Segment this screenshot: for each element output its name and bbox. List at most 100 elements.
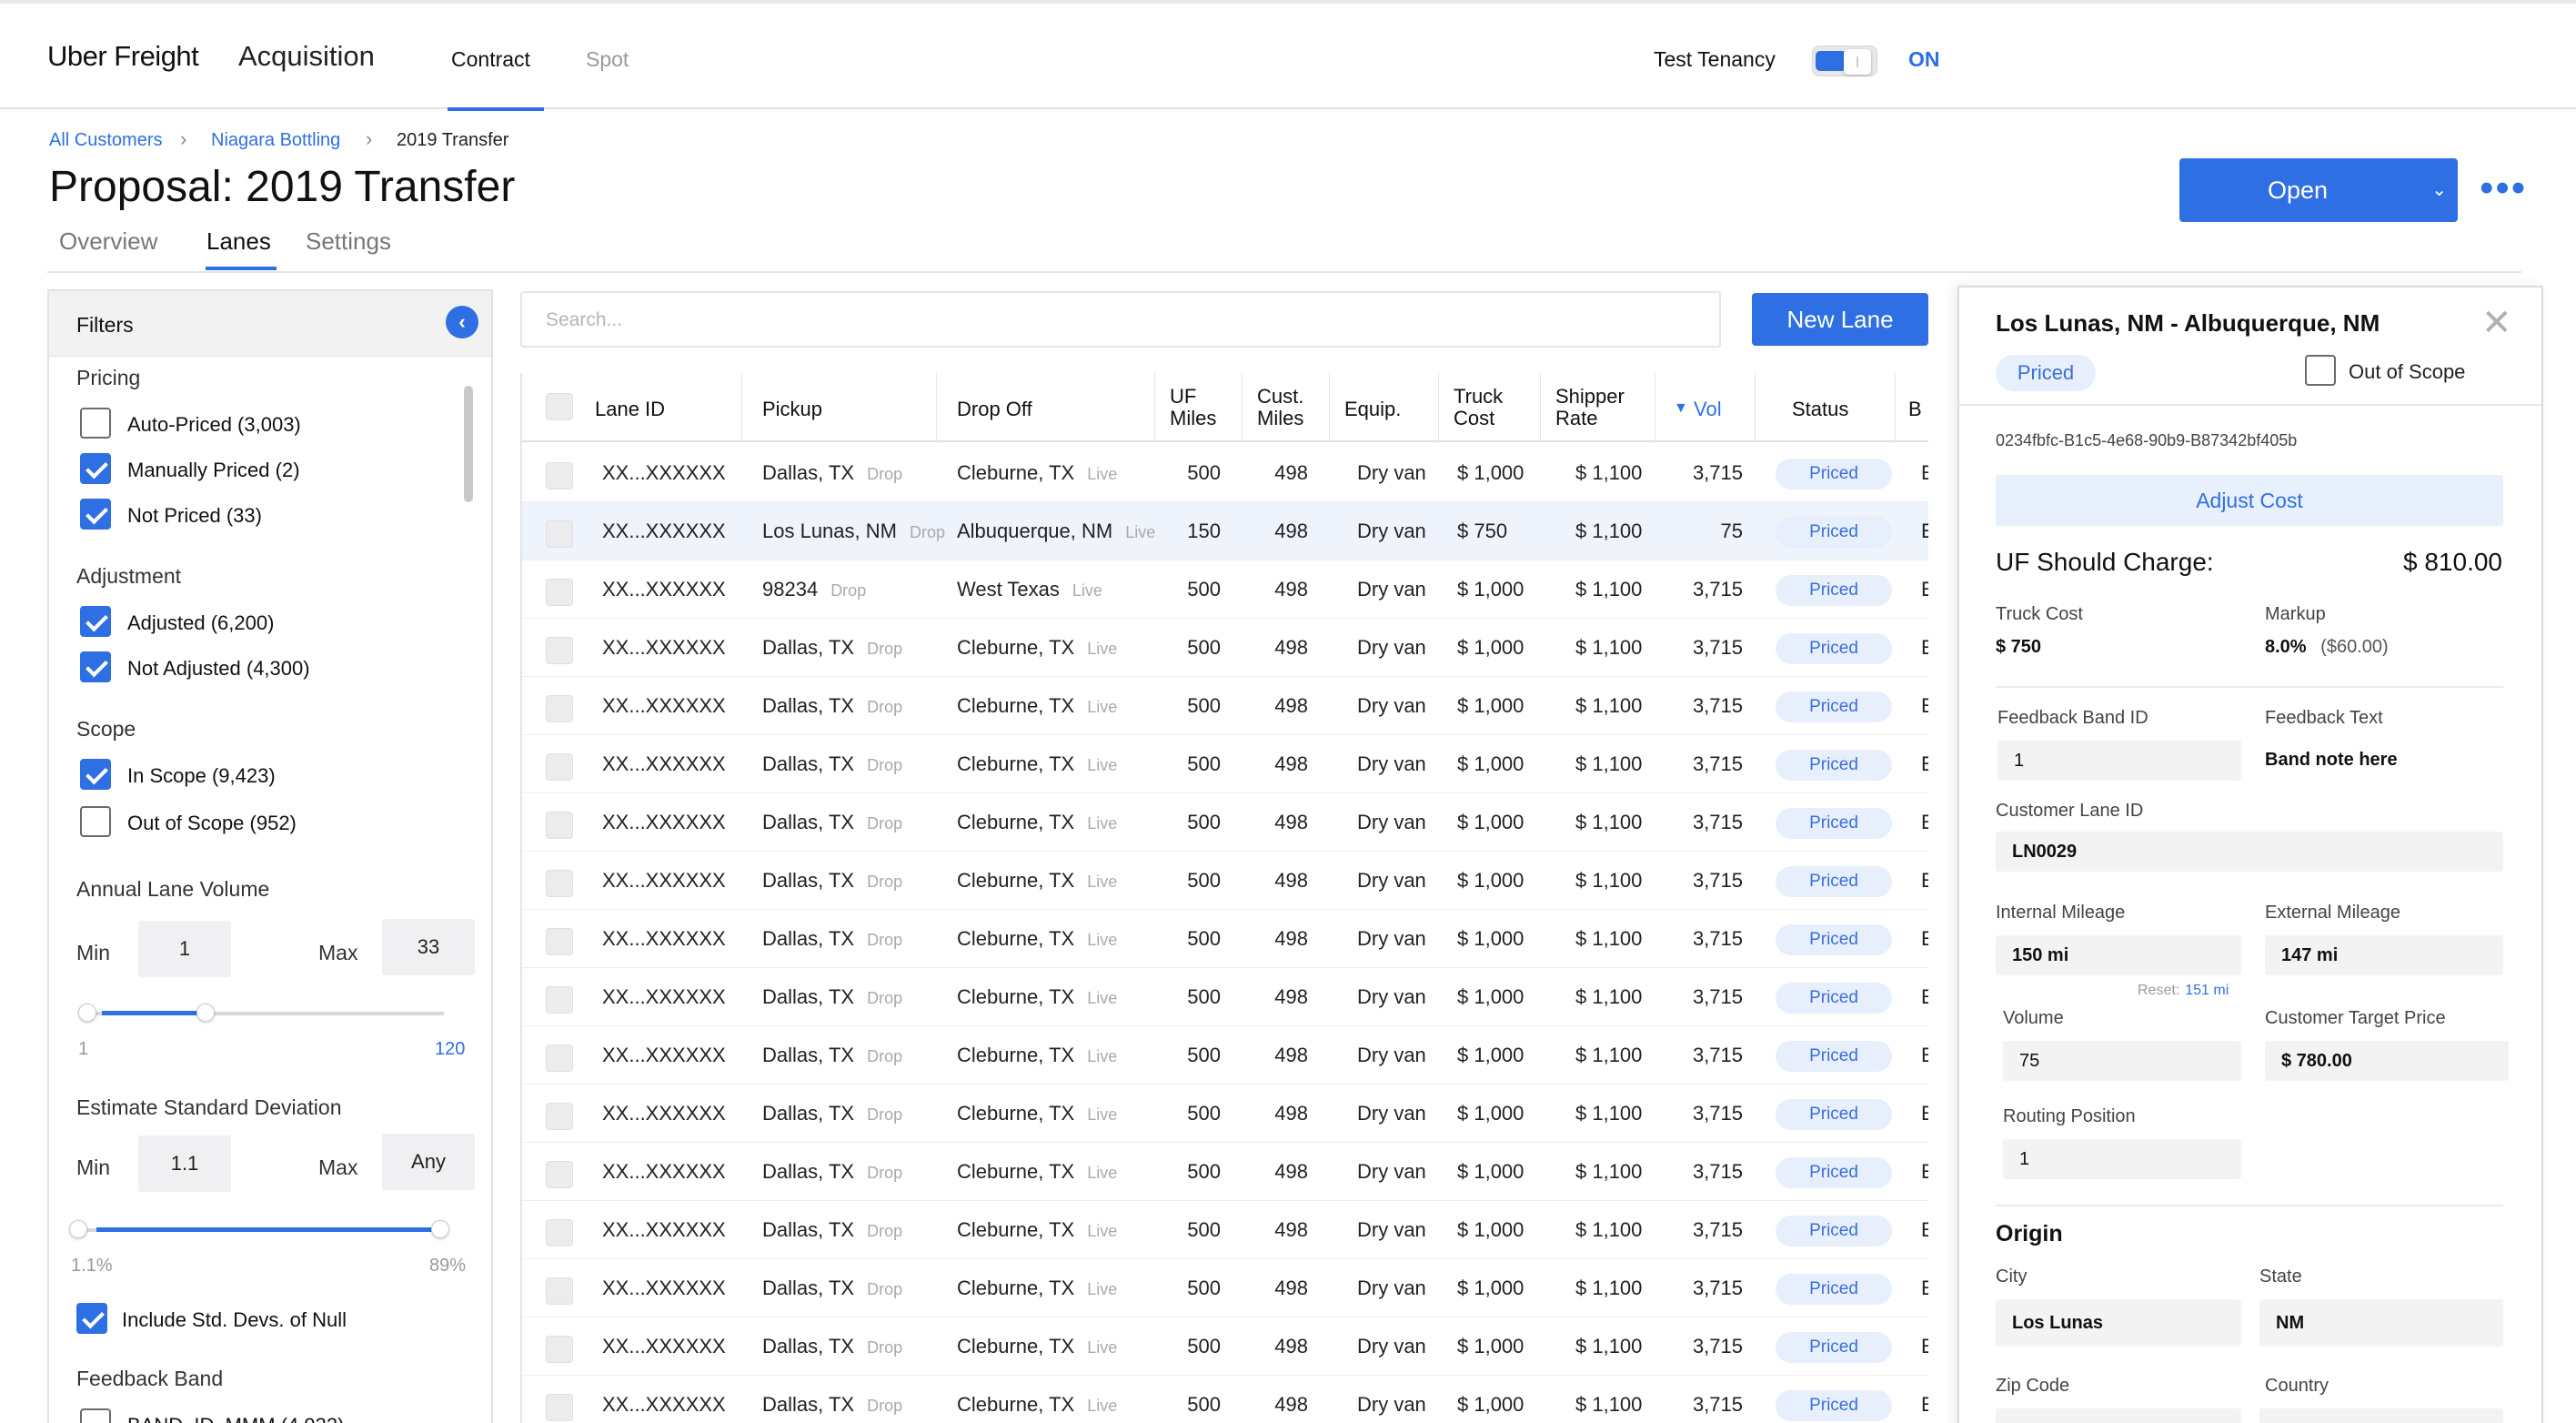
row-checkbox[interactable]: [546, 1103, 573, 1130]
volume-slider-min-handle[interactable]: [78, 1004, 96, 1022]
table-row[interactable]: XX...XXXXXX Dallas, TX Drop Cleburne, TX Liv…: [522, 910, 1928, 968]
select-all-checkbox[interactable]: [546, 393, 573, 420]
zip-code-input[interactable]: [1996, 1408, 2241, 1423]
not-priced-checkbox[interactable]: [80, 499, 111, 530]
row-checkbox[interactable]: [546, 1219, 573, 1246]
internal-mileage-input[interactable]: 150 mi: [1996, 935, 2241, 975]
brand-logo[interactable]: Uber Freight: [47, 40, 199, 73]
std-dev-slider-min-handle[interactable]: [69, 1220, 87, 1238]
table-row[interactable]: XX...XXXXXX Dallas, TX Drop Cleburne, TX Liv…: [522, 968, 1928, 1026]
vol-cell: 3,715: [1692, 1218, 1743, 1241]
row-checkbox[interactable]: [546, 1161, 573, 1188]
country-input[interactable]: [2259, 1408, 2503, 1423]
volume-min-input[interactable]: 1: [138, 921, 231, 977]
column-header-status[interactable]: Status: [1756, 373, 1896, 442]
city-input[interactable]: Los Lunas: [1996, 1299, 2241, 1347]
column-header-truck-cost[interactable]: Truck Cost: [1439, 373, 1541, 442]
collapse-filters-icon[interactable]: ‹: [446, 306, 478, 338]
table-row[interactable]: XX...XXXXXX 98234 Drop West Texas Live 500 498…: [522, 560, 1928, 619]
equip-cell: Dry van: [1357, 578, 1426, 600]
row-checkbox[interactable]: [546, 870, 573, 897]
table-row[interactable]: XX...XXXXXX Dallas, TX Drop Cleburne, TX Liv…: [522, 677, 1928, 735]
table-row[interactable]: XX...XXXXXX Dallas, TX Drop Cleburne, TX Liv…: [522, 1085, 1928, 1143]
column-header-vol[interactable]: ▼ Vol: [1655, 373, 1756, 442]
row-checkbox[interactable]: [546, 1336, 573, 1363]
breadcrumb-customer[interactable]: Niagara Bottling: [211, 130, 340, 151]
routing-position-input[interactable]: 1: [2003, 1139, 2241, 1179]
row-checkbox[interactable]: [546, 520, 573, 548]
adjust-cost-button[interactable]: Adjust Cost: [1996, 475, 2503, 526]
status-badge: Priced: [1776, 924, 1892, 955]
more-options-icon[interactable]: •••: [2480, 168, 2527, 208]
column-header-pickup[interactable]: Pickup: [742, 373, 937, 442]
in-scope-checkbox[interactable]: [80, 759, 111, 790]
table-row[interactable]: XX...XXXXXX Dallas, TX Drop Cleburne, TX Liv…: [522, 444, 1928, 502]
state-input[interactable]: NM: [2259, 1299, 2503, 1347]
status-dropdown-button[interactable]: Open ⌄: [2179, 158, 2458, 222]
not-adjusted-checkbox[interactable]: [80, 651, 111, 682]
std-dev-min-input[interactable]: 1.1: [138, 1135, 231, 1192]
new-lane-button[interactable]: New Lane: [1752, 293, 1928, 346]
feedback-band-option-checkbox[interactable]: [80, 1408, 111, 1423]
target-price-input[interactable]: $ 780.00: [2265, 1041, 2509, 1081]
volume-slider-max-handle[interactable]: [196, 1004, 215, 1022]
column-header-dropoff[interactable]: Drop Off: [937, 373, 1155, 442]
row-checkbox[interactable]: [546, 1277, 573, 1305]
reset-mileage-link[interactable]: Reset: 151 mi: [2138, 983, 2229, 999]
out-of-scope-checkbox[interactable]: [80, 806, 111, 837]
column-header-b[interactable]: B: [1896, 373, 1928, 442]
volume-max-input[interactable]: 33: [382, 919, 475, 975]
tab-settings[interactable]: Settings: [306, 227, 391, 256]
close-icon[interactable]: ✕: [2481, 302, 2512, 344]
include-null-checkbox[interactable]: [76, 1303, 107, 1334]
row-checkbox[interactable]: [546, 1045, 573, 1072]
table-row[interactable]: XX...XXXXXX Dallas, TX Drop Cleburne, TX Liv…: [522, 1317, 1928, 1376]
row-checkbox[interactable]: [546, 637, 573, 664]
volume-input[interactable]: 75: [2003, 1041, 2241, 1081]
table-row[interactable]: XX...XXXXXX Dallas, TX Drop Cleburne, TX Liv…: [522, 1143, 1928, 1201]
column-header-lane-id[interactable]: Lane ID: [522, 373, 742, 442]
row-checkbox[interactable]: [546, 753, 573, 781]
search-input[interactable]: Search...: [520, 291, 1721, 348]
table-row[interactable]: XX...XXXXXX Los Lunas, NM Drop Albuquerque,…: [522, 502, 1928, 560]
std-dev-slider-max-handle[interactable]: [431, 1220, 449, 1238]
row-checkbox[interactable]: [546, 579, 573, 606]
table-row[interactable]: XX...XXXXXX Dallas, TX Drop Cleburne, TX Liv…: [522, 735, 1928, 793]
out-of-scope-checkbox[interactable]: [2305, 355, 2336, 386]
row-checkbox[interactable]: [546, 695, 573, 722]
adjusted-checkbox[interactable]: [80, 606, 111, 637]
vol-cell: 3,715: [1692, 578, 1743, 600]
table-row[interactable]: XX...XXXXXX Dallas, TX Drop Cleburne, TX Liv…: [522, 852, 1928, 910]
breadcrumb-all-customers[interactable]: All Customers: [49, 130, 162, 151]
external-mileage-input[interactable]: 147 mi: [2265, 935, 2503, 975]
manually-priced-checkbox[interactable]: [80, 453, 111, 484]
filters-scrollbar[interactable]: [464, 386, 473, 502]
row-checkbox[interactable]: [546, 1394, 573, 1421]
customer-lane-id-input[interactable]: LN0029: [1996, 832, 2503, 872]
column-header-equip[interactable]: Equip.: [1330, 373, 1439, 442]
table-row[interactable]: XX...XXXXXX Dallas, TX Drop Cleburne, TX Liv…: [522, 1201, 1928, 1259]
reset-value: 151 mi: [2185, 983, 2229, 998]
row-checkbox[interactable]: [546, 462, 573, 489]
row-checkbox[interactable]: [546, 812, 573, 839]
table-row[interactable]: XX...XXXXXX Dallas, TX Drop Cleburne, TX Liv…: [522, 1259, 1928, 1317]
row-checkbox[interactable]: [546, 928, 573, 955]
nav-tab-spot[interactable]: Spot: [586, 47, 629, 72]
feedback-band-id-input[interactable]: 1: [1997, 741, 2241, 781]
column-header-shipper-rate[interactable]: Shipper Rate: [1541, 373, 1655, 442]
test-tenancy-toggle[interactable]: [1812, 45, 1877, 76]
std-dev-max-input[interactable]: Any: [382, 1134, 475, 1190]
auto-priced-checkbox[interactable]: [80, 408, 111, 439]
table-row[interactable]: XX...XXXXXX Dallas, TX Drop Cleburne, TX Liv…: [522, 619, 1928, 677]
pickup-type: Drop: [867, 931, 903, 949]
nav-tab-contract[interactable]: Contract: [451, 47, 530, 72]
column-header-cust-miles[interactable]: Cust. Miles: [1243, 373, 1330, 442]
row-checkbox[interactable]: [546, 986, 573, 1014]
table-row[interactable]: XX...XXXXXX Dallas, TX Drop Cleburne, TX Liv…: [522, 793, 1928, 852]
table-row[interactable]: XX...XXXXXX Dallas, TX Drop Cleburne, TX Liv…: [522, 1376, 1928, 1423]
table-row[interactable]: XX...XXXXXX Dallas, TX Drop Cleburne, TX Liv…: [522, 1026, 1928, 1085]
tab-lanes[interactable]: Lanes: [206, 227, 271, 256]
truck-cost-cell: $ 1,000: [1457, 636, 1524, 659]
tab-overview[interactable]: Overview: [59, 227, 157, 256]
column-header-uf-miles[interactable]: UF Miles: [1155, 373, 1243, 442]
